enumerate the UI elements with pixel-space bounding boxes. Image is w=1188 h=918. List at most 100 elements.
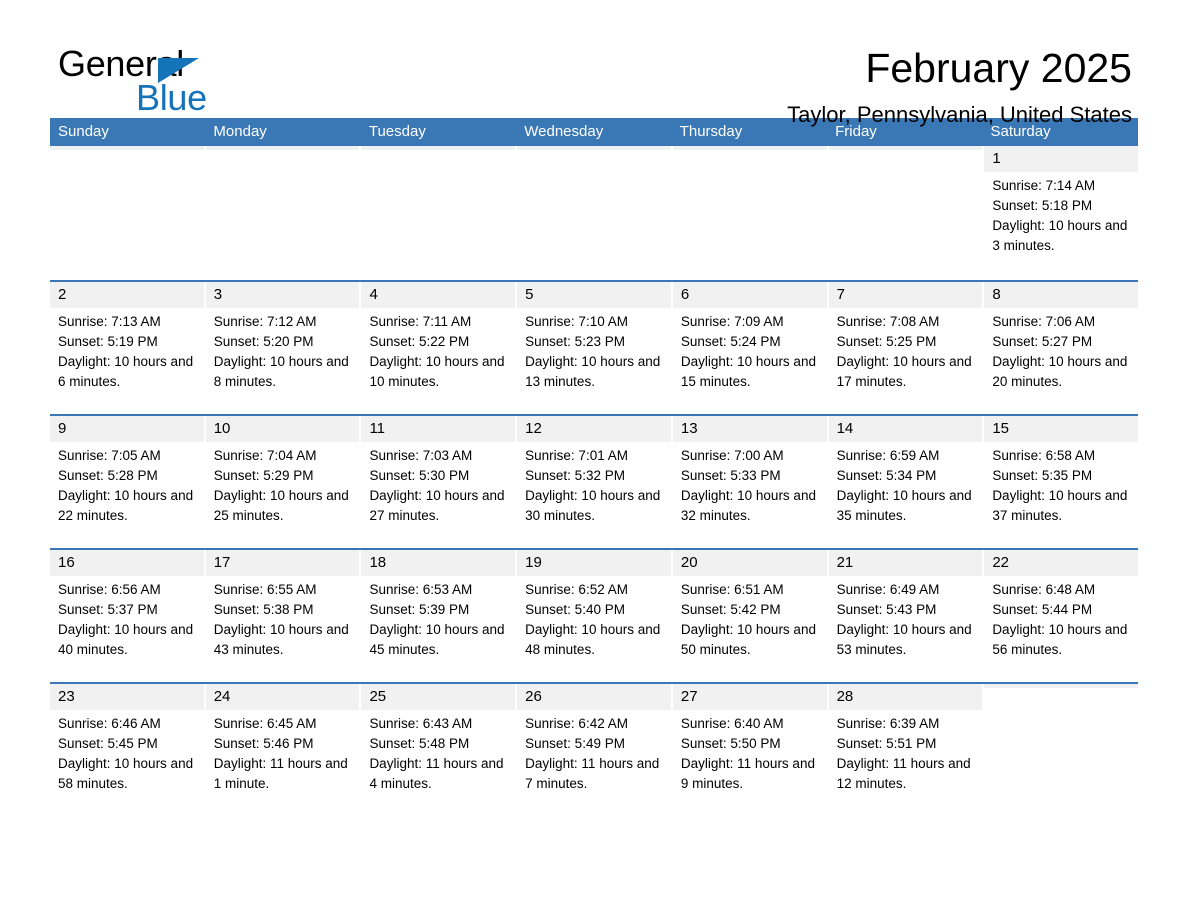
- calendar-day-cell[interactable]: 8 Sunrise: 7:06 AM Sunset: 5:27 PM Daylight…: [984, 282, 1139, 414]
- day-number: [984, 684, 1139, 688]
- day-details: Sunrise: 7:06 AM Sunset: 5:27 PM Daylight:…: [984, 308, 1138, 392]
- daylight-text: Daylight: 10 hours and 37 minutes.: [992, 488, 1128, 523]
- weekday-header-wednesday: Wednesday: [524, 123, 604, 140]
- calendar-day-cell[interactable]: 16 Sunrise: 6:56 AM Sunset: 5:37 PM Dayligh…: [50, 550, 204, 682]
- sunrise-text: Sunrise: 6:40 AM: [680, 716, 784, 731]
- sunset-text: Sunset: 5:23 PM: [525, 334, 625, 349]
- sunrise-text: Sunrise: 6:45 AM: [213, 716, 317, 731]
- daylight-text: Daylight: 10 hours and 32 minutes.: [680, 488, 816, 523]
- day-details: Sunrise: 7:11 AM Sunset: 5:22 PM Daylight:…: [361, 308, 515, 392]
- sunset-text: Sunset: 5:35 PM: [992, 468, 1093, 483]
- day-number: 28: [828, 684, 983, 710]
- daylight-text: Daylight: 10 hours and 6 minutes.: [58, 354, 194, 389]
- calendar-week-row: 2 Sunrise: 7:13 AM Sunset: 5:19 PM Daylight…: [50, 280, 1139, 414]
- calendar-day-cell-empty: [50, 146, 204, 280]
- calendar-day-cell[interactable]: 7 Sunrise: 7:08 AM Sunset: 5:25 PM Daylight…: [828, 282, 983, 414]
- calendar-day-cell[interactable]: 17 Sunrise: 6:55 AM Sunset: 5:38 PM Dayligh…: [205, 550, 360, 682]
- calendar-day-cell[interactable]: 12 Sunrise: 7:01 AM Sunset: 5:32 PM Dayligh…: [517, 416, 671, 548]
- daylight-text: Daylight: 10 hours and 25 minutes.: [213, 488, 349, 523]
- page-header: General Blue February 2025 Taylor, Penns…: [50, 0, 1138, 128]
- day-details: Sunrise: 6:43 AM Sunset: 5:48 PM Daylight:…: [361, 710, 515, 794]
- day-details: Sunrise: 6:39 AM Sunset: 5:51 PM Daylight:…: [829, 710, 983, 794]
- calendar-day-cell[interactable]: 15 Sunrise: 6:58 AM Sunset: 5:35 PM Dayligh…: [984, 416, 1139, 548]
- sunrise-text: Sunrise: 7:11 AM: [369, 314, 472, 329]
- calendar-week-row: 16 Sunrise: 6:56 AM Sunset: 5:37 PM Dayligh…: [50, 548, 1139, 682]
- sunrise-text: Sunrise: 7:04 AM: [213, 448, 317, 463]
- calendar-day-cell[interactable]: 23 Sunrise: 6:46 AM Sunset: 5:45 PM Dayligh…: [50, 684, 204, 816]
- calendar-day-cell[interactable]: 13 Sunrise: 7:00 AM Sunset: 5:33 PM Dayligh…: [672, 416, 827, 548]
- calendar-table: Sunday Monday Tuesday Wednesday Thursday Frid…: [50, 118, 1139, 816]
- day-number: 19: [517, 550, 671, 576]
- day-number: 7: [828, 282, 983, 308]
- day-details: Sunrise: 7:12 AM Sunset: 5:20 PM Daylight:…: [206, 308, 360, 392]
- calendar-day-cell[interactable]: 27 Sunrise: 6:40 AM Sunset: 5:50 PM Dayligh…: [672, 684, 827, 816]
- sunset-text: Sunset: 5:48 PM: [369, 736, 470, 751]
- sunrise-text: Sunrise: 6:52 AM: [525, 582, 628, 597]
- page-title: February 2025: [865, 45, 1132, 91]
- sunrise-text: Sunrise: 7:06 AM: [992, 314, 1096, 329]
- calendar-day-cell[interactable]: 10 Sunrise: 7:04 AM Sunset: 5:29 PM Dayligh…: [205, 416, 360, 548]
- sunrise-text: Sunrise: 6:56 AM: [58, 582, 161, 597]
- calendar-day-cell[interactable]: 24 Sunrise: 6:45 AM Sunset: 5:46 PM Dayligh…: [205, 684, 360, 816]
- general-blue-logo[interactable]: General Blue: [58, 44, 378, 120]
- sunrise-text: Sunrise: 7:00 AM: [680, 448, 784, 463]
- calendar-day-cell[interactable]: 14 Sunrise: 6:59 AM Sunset: 5:34 PM Dayligh…: [828, 416, 983, 548]
- calendar-day-cell[interactable]: 19 Sunrise: 6:52 AM Sunset: 5:40 PM Dayligh…: [517, 550, 671, 682]
- day-details: Sunrise: 6:55 AM Sunset: 5:38 PM Daylight:…: [206, 576, 360, 660]
- calendar-day-cell[interactable]: 25 Sunrise: 6:43 AM Sunset: 5:48 PM Dayligh…: [361, 684, 516, 816]
- day-number: 13: [672, 416, 827, 442]
- day-number: 23: [50, 684, 204, 710]
- sunrise-text: Sunrise: 7:13 AM: [58, 314, 161, 329]
- day-details: Sunrise: 7:10 AM Sunset: 5:23 PM Daylight:…: [517, 308, 671, 392]
- day-details: Sunrise: 6:53 AM Sunset: 5:39 PM Daylight:…: [361, 576, 515, 660]
- daylight-text: Daylight: 10 hours and 17 minutes.: [836, 354, 972, 389]
- calendar-day-cell[interactable]: 9 Sunrise: 7:05 AM Sunset: 5:28 PM Daylight…: [50, 416, 204, 548]
- daylight-text: Daylight: 10 hours and 56 minutes.: [992, 622, 1128, 657]
- logo-text-blue: Blue: [136, 77, 207, 118]
- day-number: 22: [984, 550, 1139, 576]
- day-number: 21: [828, 550, 983, 576]
- day-number: 12: [517, 416, 671, 442]
- daylight-text: Daylight: 10 hours and 43 minutes.: [213, 622, 349, 657]
- calendar-day-cell[interactable]: 20 Sunrise: 6:51 AM Sunset: 5:42 PM Dayligh…: [672, 550, 827, 682]
- sunrise-text: Sunrise: 7:12 AM: [213, 314, 317, 329]
- sunrise-text: Sunrise: 6:53 AM: [369, 582, 473, 597]
- sunset-text: Sunset: 5:44 PM: [992, 602, 1093, 617]
- day-number: 3: [205, 282, 360, 308]
- calendar-day-cell[interactable]: 18 Sunrise: 6:53 AM Sunset: 5:39 PM Dayligh…: [361, 550, 516, 682]
- sunset-text: Sunset: 5:40 PM: [525, 602, 625, 617]
- calendar-day-cell[interactable]: 6 Sunrise: 7:09 AM Sunset: 5:24 PM Daylight…: [672, 282, 827, 414]
- sunrise-text: Sunrise: 6:43 AM: [369, 716, 473, 731]
- sunset-text: Sunset: 5:46 PM: [213, 736, 314, 751]
- day-number: 17: [205, 550, 360, 576]
- daylight-text: Daylight: 11 hours and 4 minutes.: [369, 756, 504, 791]
- calendar-day-cell[interactable]: 28 Sunrise: 6:39 AM Sunset: 5:51 PM Dayligh…: [828, 684, 983, 816]
- day-number: [50, 146, 204, 150]
- sunset-text: Sunset: 5:27 PM: [992, 334, 1093, 349]
- day-number: [828, 146, 983, 150]
- sunrise-text: Sunrise: 7:14 AM: [992, 178, 1096, 193]
- calendar-week-row: 1 Sunrise: 7:14 AM Sunset: 5:18 PM Daylight…: [50, 146, 1139, 280]
- title-block: February 2025 Taylor, Pennsylvania, Unit…: [787, 44, 1132, 128]
- calendar-day-cell[interactable]: 21 Sunrise: 6:49 AM Sunset: 5:43 PM Dayligh…: [828, 550, 983, 682]
- calendar-day-cell[interactable]: 4 Sunrise: 7:11 AM Sunset: 5:22 PM Daylight…: [361, 282, 516, 414]
- daylight-text: Daylight: 10 hours and 8 minutes.: [213, 354, 349, 389]
- calendar-day-cell[interactable]: 26 Sunrise: 6:42 AM Sunset: 5:49 PM Dayligh…: [517, 684, 671, 816]
- day-number: 9: [50, 416, 204, 442]
- calendar-day-cell[interactable]: 1 Sunrise: 7:14 AM Sunset: 5:18 PM Daylight…: [984, 146, 1139, 280]
- sunset-text: Sunset: 5:20 PM: [213, 334, 314, 349]
- sunset-text: Sunset: 5:43 PM: [836, 602, 937, 617]
- day-number: 2: [50, 282, 204, 308]
- daylight-text: Daylight: 10 hours and 48 minutes.: [525, 622, 661, 657]
- calendar-day-cell[interactable]: 3 Sunrise: 7:12 AM Sunset: 5:20 PM Daylight…: [205, 282, 360, 414]
- day-number: [672, 146, 827, 150]
- day-number: [517, 146, 671, 150]
- sunset-text: Sunset: 5:37 PM: [58, 602, 158, 617]
- calendar-day-cell[interactable]: 2 Sunrise: 7:13 AM Sunset: 5:19 PM Daylight…: [50, 282, 204, 414]
- sunset-text: Sunset: 5:50 PM: [680, 736, 781, 751]
- day-details: Sunrise: 7:04 AM Sunset: 5:29 PM Daylight:…: [206, 442, 360, 526]
- calendar-day-cell[interactable]: 5 Sunrise: 7:10 AM Sunset: 5:23 PM Daylight…: [517, 282, 671, 414]
- sunrise-text: Sunrise: 7:01 AM: [525, 448, 628, 463]
- calendar-day-cell[interactable]: 11 Sunrise: 7:03 AM Sunset: 5:30 PM Dayligh…: [361, 416, 516, 548]
- calendar-day-cell[interactable]: 22 Sunrise: 6:48 AM Sunset: 5:44 PM Dayligh…: [984, 550, 1139, 682]
